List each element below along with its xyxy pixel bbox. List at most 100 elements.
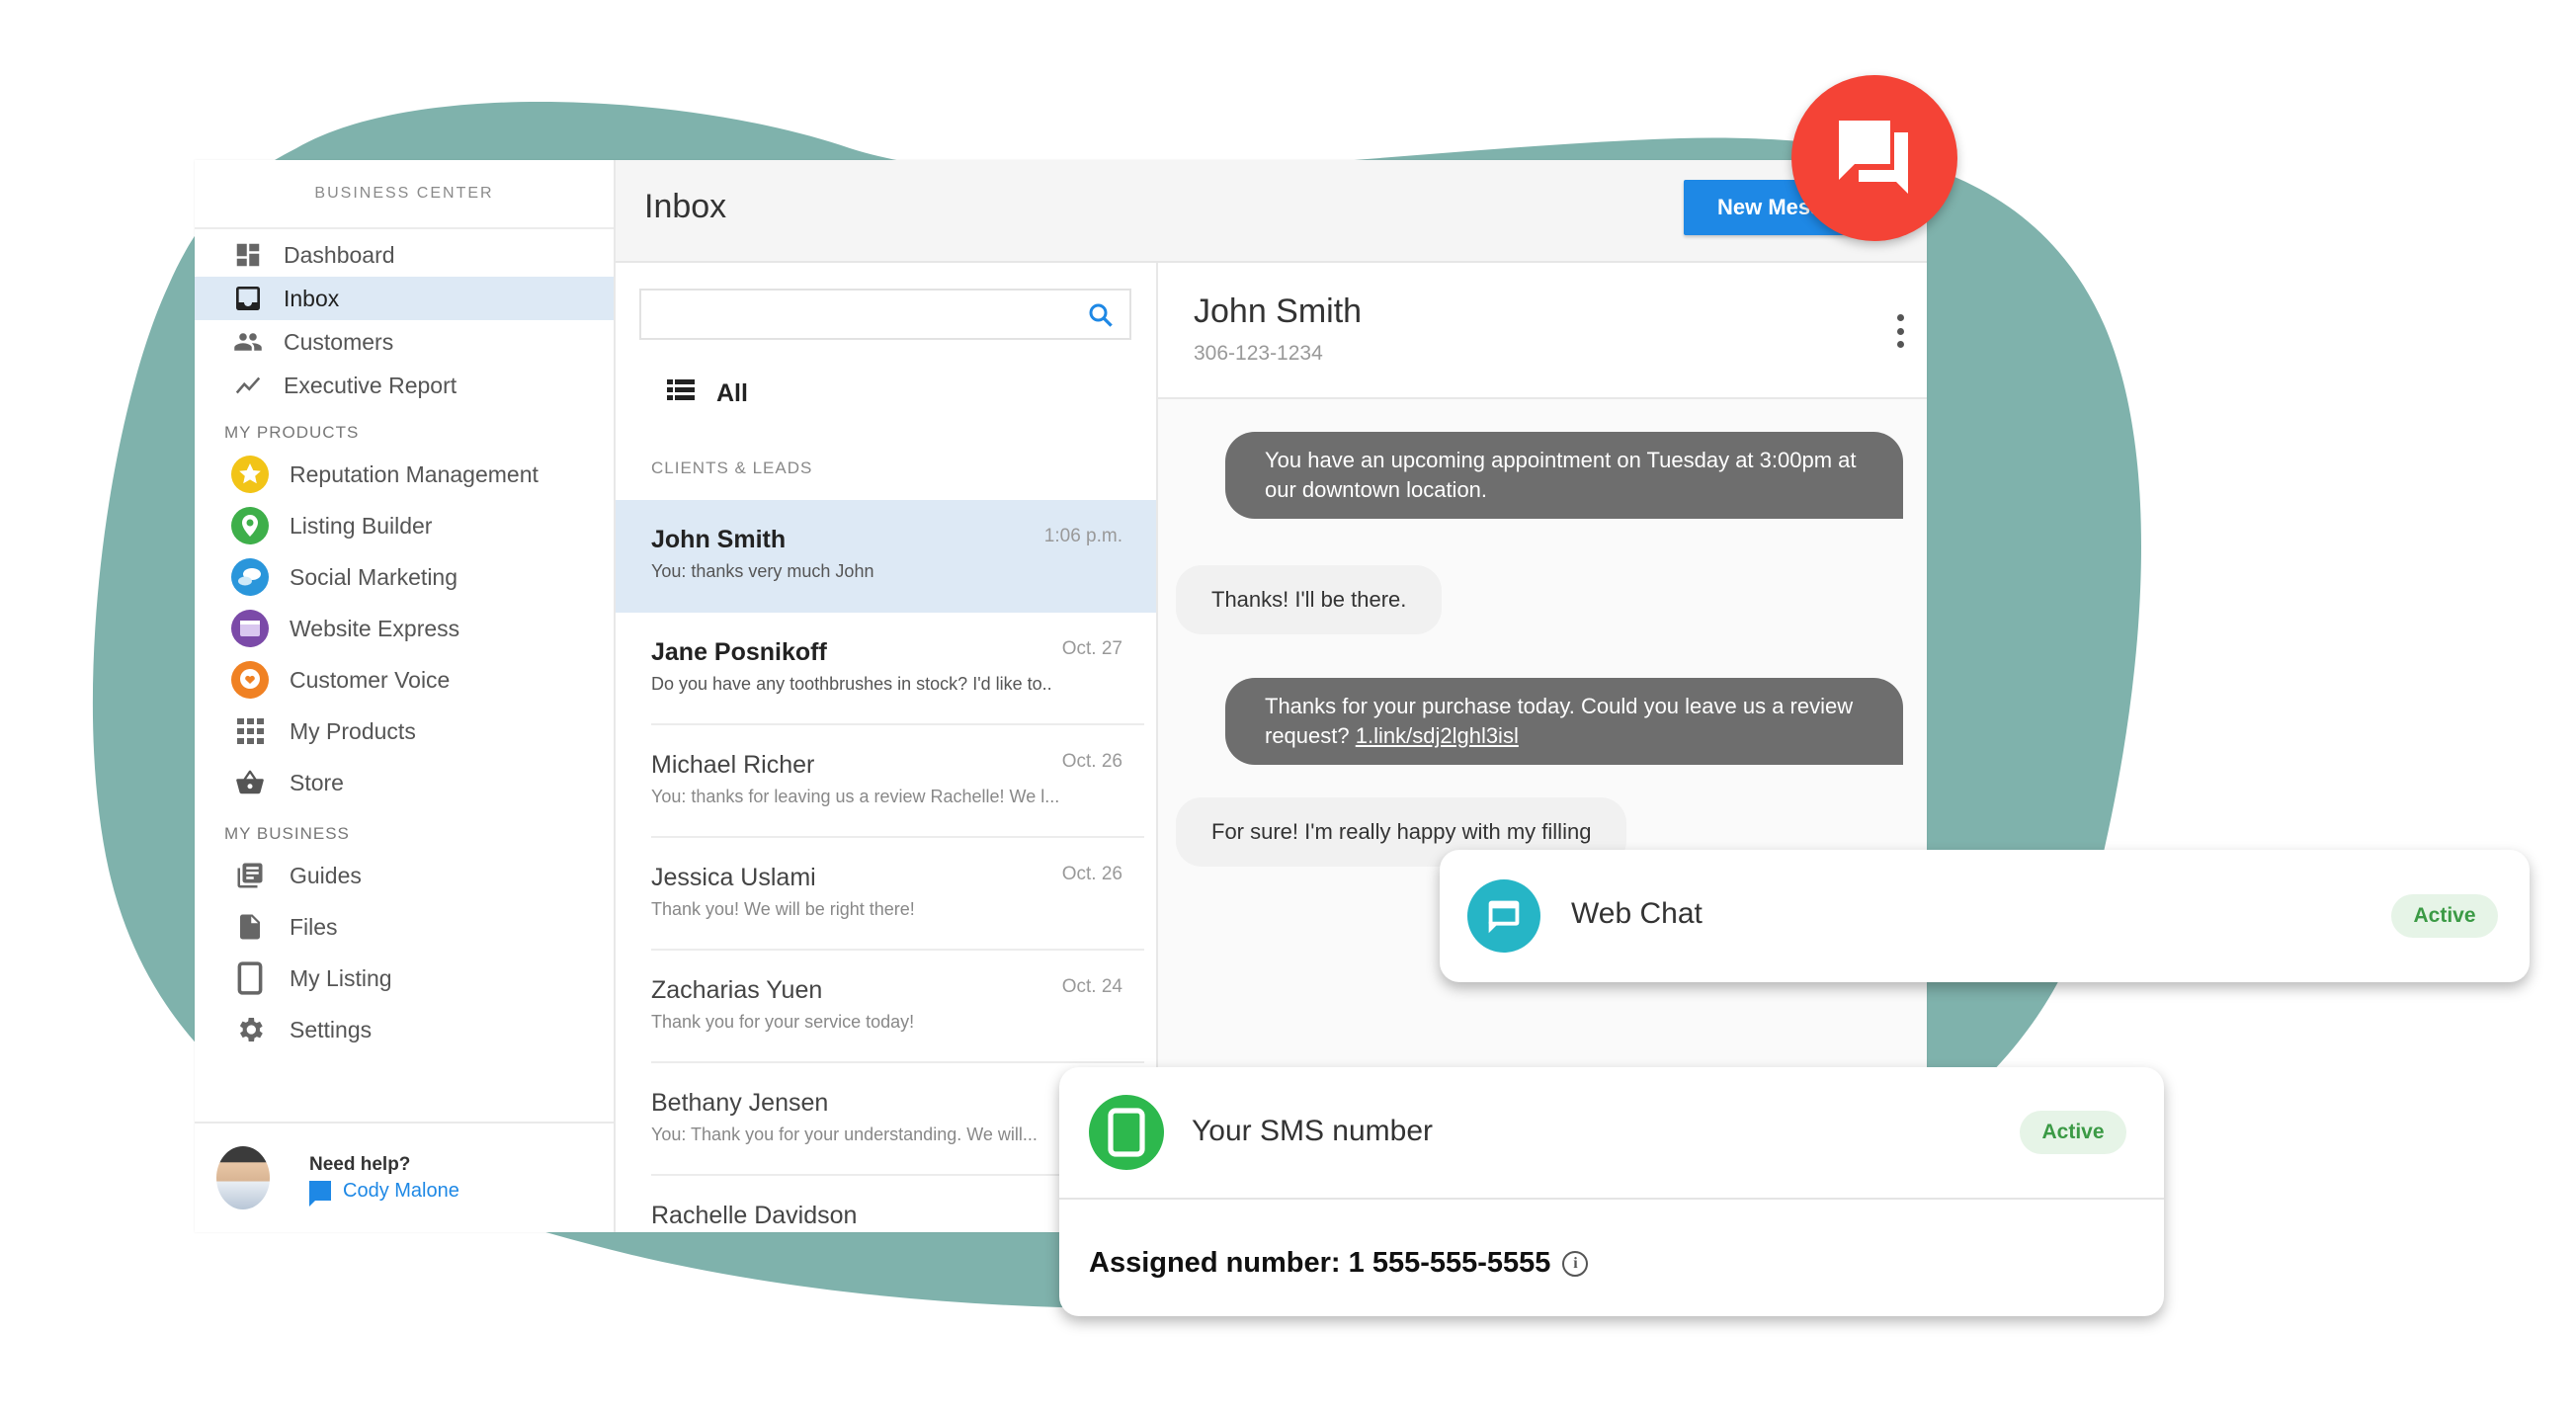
- trending-icon: [230, 368, 266, 403]
- info-icon[interactable]: i: [1562, 1250, 1589, 1277]
- heart-bubble-icon: [230, 660, 270, 700]
- speech-bubbles-icon: [230, 557, 270, 597]
- sidebar-item-social-marketing[interactable]: Social Marketing: [195, 551, 614, 603]
- card-divider: [1059, 1198, 2164, 1200]
- message-outgoing: You have an upcoming appointment on Tues…: [1225, 432, 1903, 519]
- conversation-preview: Thank you for your service today!: [651, 1012, 915, 1032]
- page-header: Inbox New Message: [616, 160, 1927, 263]
- list-icon: [667, 379, 695, 408]
- browser-window-icon: [230, 609, 270, 648]
- location-pin-icon: [230, 506, 270, 545]
- assigned-number: Assigned number: 1 555-555-5555 i: [1089, 1247, 1589, 1280]
- help-contact-link[interactable]: Cody Malone: [309, 1179, 459, 1207]
- conversation-name: Michael Richer: [651, 751, 815, 779]
- sidebar-item-label: Reputation Management: [290, 460, 539, 487]
- sidebar-item-label: Social Marketing: [290, 563, 458, 590]
- sidebar-item-label: Website Express: [290, 615, 460, 641]
- conversation-name: Rachelle Davidson: [651, 1202, 858, 1229]
- webchat-title: Web Chat: [1571, 897, 1703, 930]
- sidebar-item-label: Executive Report: [284, 372, 457, 398]
- sidebar-item-label: Customer Voice: [290, 666, 451, 693]
- phone-icon: [1089, 1095, 1164, 1170]
- marketing-stage: BUSINESS CENTER Dashboard Inbox Customer…: [0, 0, 2576, 1416]
- list-item[interactable]: Michael Richer Oct. 26 You: thanks for l…: [651, 725, 1144, 838]
- sidebar-item-my-listing[interactable]: My Listing: [195, 953, 614, 1004]
- review-link[interactable]: 1.link/sdj2lghl3isl: [1356, 723, 1519, 748]
- message-incoming: Thanks! I'll be there.: [1176, 565, 1443, 634]
- sidebar-item-label: Settings: [290, 1016, 373, 1042]
- guides-icon: [230, 856, 270, 895]
- inbox-icon: [230, 281, 266, 316]
- basket-icon: [230, 763, 270, 802]
- sidebar-item-customer-voice[interactable]: Customer Voice: [195, 654, 614, 706]
- page-title: Inbox: [644, 188, 727, 225]
- conversation-preview: You: Thank you for your understanding. W…: [651, 1124, 1038, 1144]
- message-text: Thanks for your purchase today. Could yo…: [1265, 694, 1854, 748]
- sidebar-item-store[interactable]: Store: [195, 757, 614, 808]
- search-icon[interactable]: [1086, 300, 1116, 335]
- sidebar-item-label: Customers: [284, 328, 394, 355]
- sidebar-item-listing-builder[interactable]: Listing Builder: [195, 500, 614, 551]
- webchat-card[interactable]: Web Chat Active: [1440, 850, 2530, 982]
- list-item[interactable]: Zacharias Yuen Oct. 24 Thank you for you…: [651, 951, 1144, 1063]
- apps-grid-icon: [230, 711, 270, 751]
- webchat-status-badge: Active: [2391, 894, 2498, 938]
- sidebar-item-label: Listing Builder: [290, 512, 433, 539]
- sidebar-item-customers[interactable]: Customers: [195, 320, 614, 364]
- conversation-name: Zacharias Yuen: [651, 976, 823, 1004]
- sidebar-item-inbox[interactable]: Inbox: [195, 277, 614, 320]
- sidebar-item-guides[interactable]: Guides: [195, 850, 614, 901]
- sidebar-item-executive-report[interactable]: Executive Report: [195, 364, 614, 407]
- sidebar-item-label: Files: [290, 913, 338, 940]
- sidebar-item-reputation-management[interactable]: Reputation Management: [195, 449, 614, 500]
- assigned-number-text: Assigned number: 1 555-555-5555: [1089, 1247, 1551, 1279]
- tablet-icon: [230, 958, 270, 998]
- sidebar: BUSINESS CENTER Dashboard Inbox Customer…: [195, 160, 616, 1232]
- star-icon: [230, 455, 270, 494]
- sidebar-item-label: Dashboard: [284, 241, 395, 268]
- conversation-time: Oct. 27: [1061, 638, 1122, 659]
- list-section-label: CLIENTS & LEADS: [651, 458, 813, 477]
- sms-title: Your SMS number: [1192, 1115, 1434, 1147]
- list-item[interactable]: John Smith 1:06 p.m. You: thanks very mu…: [616, 500, 1156, 613]
- chat-header: John Smith 306-123-1234: [1158, 263, 1927, 399]
- sidebar-item-settings[interactable]: Settings: [195, 1004, 614, 1055]
- more-options-icon[interactable]: [1895, 314, 1905, 348]
- filter-all[interactable]: All: [667, 379, 748, 408]
- contact-name: John Smith: [1194, 292, 1363, 330]
- help-panel: Need help? Cody Malone: [195, 1122, 614, 1232]
- business-heading: MY BUSINESS: [224, 824, 350, 843]
- sidebar-item-dashboard[interactable]: Dashboard: [195, 233, 614, 277]
- chat-bubbles-icon: [1829, 111, 1920, 207]
- chat-bubbles-badge: [1791, 75, 1957, 241]
- sidebar-item-my-products[interactable]: My Products: [195, 706, 614, 757]
- sms-number-card: Your SMS number Active Assigned number: …: [1059, 1067, 2164, 1316]
- sidebar-item-website-express[interactable]: Website Express: [195, 603, 614, 654]
- conversation-time: Oct. 26: [1061, 864, 1122, 884]
- sidebar-item-label: My Products: [290, 717, 416, 744]
- sidebar-item-files[interactable]: Files: [195, 901, 614, 953]
- conversation-preview: Do you have any toothbrushes in stock? I…: [651, 674, 1052, 694]
- sms-status-badge: Active: [2020, 1111, 2126, 1154]
- brand-label: BUSINESS CENTER: [195, 160, 614, 229]
- filter-label: All: [716, 379, 748, 407]
- contact-phone: 306-123-1234: [1194, 342, 1323, 365]
- search-input[interactable]: [639, 289, 1131, 340]
- help-contact-name: Cody Malone: [343, 1179, 459, 1202]
- file-icon: [230, 907, 270, 947]
- list-item[interactable]: Jessica Uslami Oct. 26 Thank you! We wil…: [651, 838, 1144, 951]
- sidebar-item-label: Inbox: [284, 285, 340, 311]
- conversation-time: Oct. 24: [1061, 976, 1122, 997]
- sidebar-item-label: Guides: [290, 862, 362, 888]
- conversation-name: John Smith: [651, 526, 787, 553]
- conversation-time: Oct. 26: [1061, 751, 1122, 772]
- conversation-preview: Thank you! We will be right there!: [651, 899, 915, 919]
- conversation-preview: You: thanks for leaving us a review Rach…: [651, 787, 1060, 806]
- sidebar-item-label: My Listing: [290, 964, 392, 991]
- conversation-name: Jessica Uslami: [651, 864, 816, 891]
- conversation-name: Bethany Jensen: [651, 1089, 829, 1117]
- sidebar-item-label: Store: [290, 769, 344, 795]
- conversation-time: 1:06 p.m.: [1043, 526, 1122, 546]
- list-item[interactable]: Jane Posnikoff Oct. 27 Do you have any t…: [651, 613, 1144, 725]
- conversation-preview: You: thanks very much John: [651, 561, 874, 581]
